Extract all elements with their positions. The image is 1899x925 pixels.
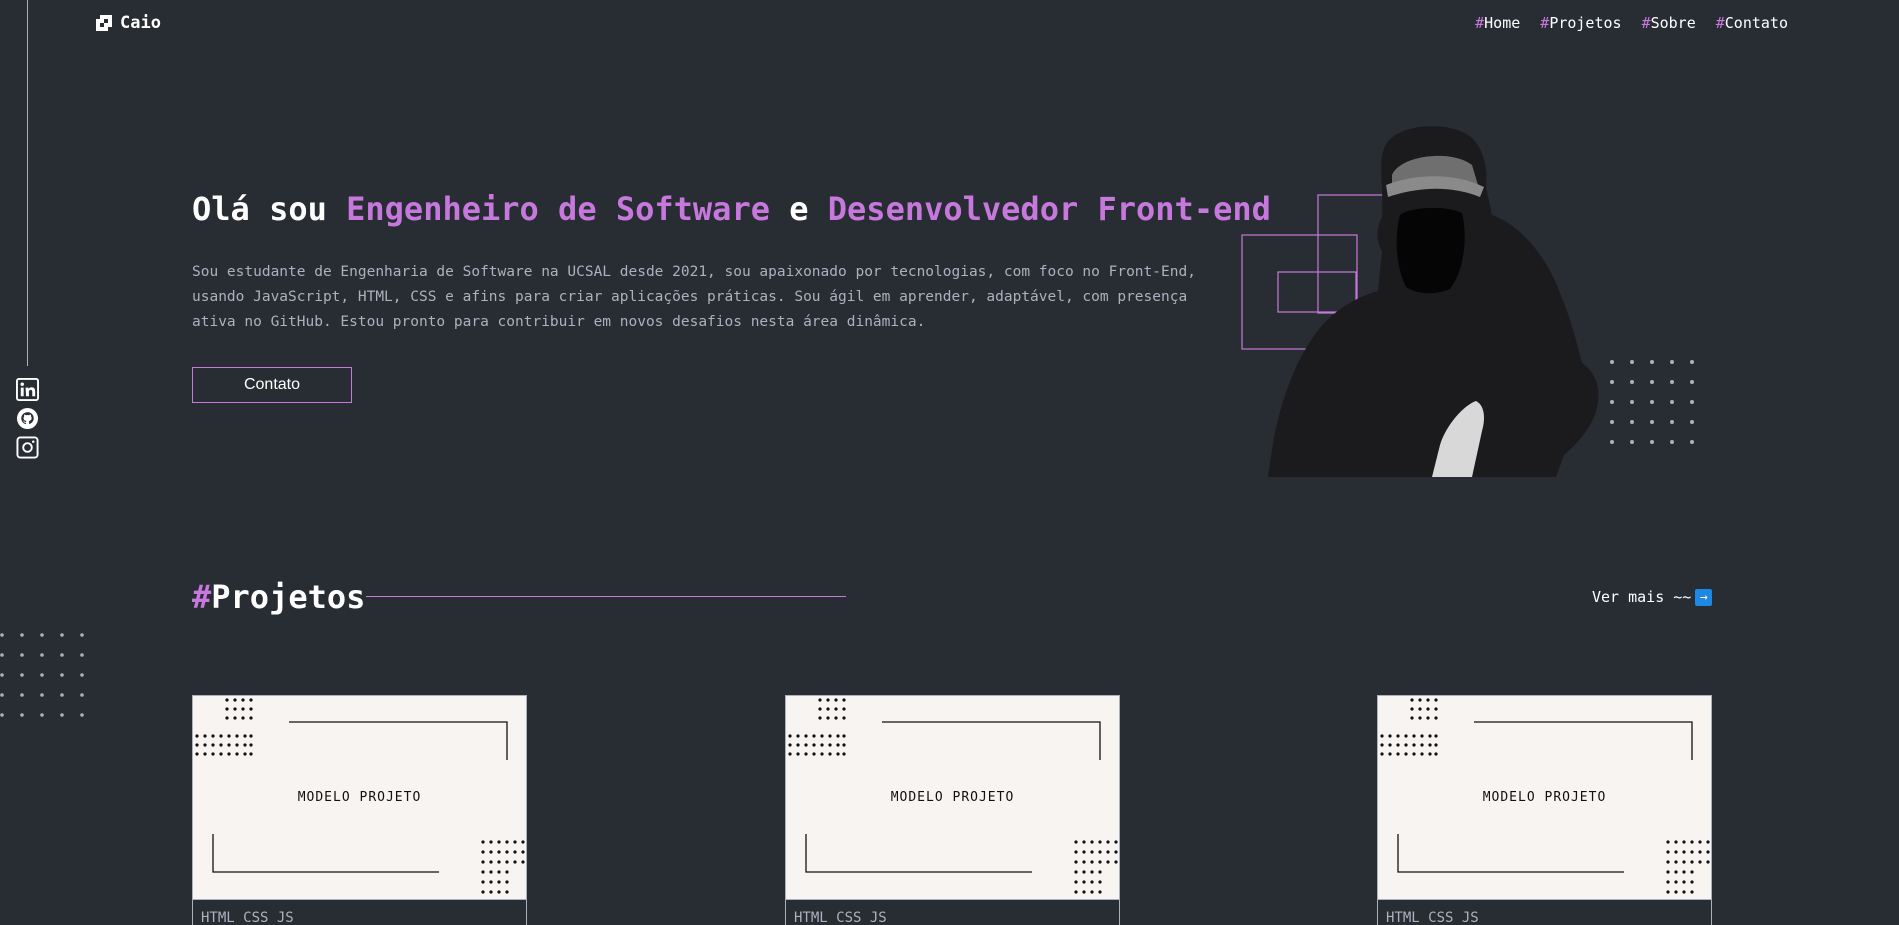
project-card[interactable]: MODELO PROJETO HTML CSS JS [785, 695, 1120, 925]
project-image-label: MODELO PROJETO [1482, 790, 1607, 805]
nav-projetos[interactable]: #Projetos [1540, 14, 1621, 32]
projects-section-title: #Projetos [192, 578, 366, 616]
linkedin-icon[interactable] [16, 378, 39, 401]
project-image-label: MODELO PROJETO [890, 790, 1015, 805]
contact-button[interactable]: Contato [192, 367, 352, 403]
dots-decoration [0, 633, 84, 717]
project-card[interactable]: MODELO PROJETO HTML CSS JS [192, 695, 527, 925]
project-thumbnail: MODELO PROJETO [193, 696, 526, 900]
arrow-right-icon: → [1695, 588, 1713, 606]
github-icon[interactable] [16, 407, 39, 430]
project-thumbnail: MODELO PROJETO [1378, 696, 1711, 900]
project-card[interactable]: MODELO PROJETO HTML CSS JS [1377, 695, 1712, 925]
project-tags: HTML CSS JS [794, 910, 887, 925]
hero-portrait-illustration [1241, 126, 1694, 478]
brand-logo[interactable]: Caio [96, 13, 161, 33]
hero-title: Olá sou Engenheiro de Software e Desenvo… [192, 190, 1271, 228]
project-tags: HTML CSS JS [1386, 910, 1479, 925]
nav-contato[interactable]: #Contato [1716, 14, 1788, 32]
instagram-icon[interactable] [16, 436, 39, 459]
see-more-link[interactable]: Ver mais ~~ → [1592, 588, 1713, 606]
main-nav: #Home #Projetos #Sobre #Contato [1475, 14, 1788, 32]
sidebar-vertical-line [27, 0, 28, 366]
nav-home[interactable]: #Home [1475, 14, 1520, 32]
section-divider-line [366, 596, 846, 597]
brand-name: Caio [120, 13, 161, 33]
project-tags: HTML CSS JS [201, 910, 294, 925]
logo-icon [96, 15, 112, 31]
hero-description: Sou estudante de Engenharia de Software … [192, 264, 1196, 330]
site-header: Caio #Home #Projetos #Sobre #Contato [96, 12, 1788, 34]
nav-sobre[interactable]: #Sobre [1642, 14, 1696, 32]
project-thumbnail: MODELO PROJETO [786, 696, 1119, 900]
project-image-label: MODELO PROJETO [297, 790, 422, 805]
social-links [16, 378, 39, 459]
